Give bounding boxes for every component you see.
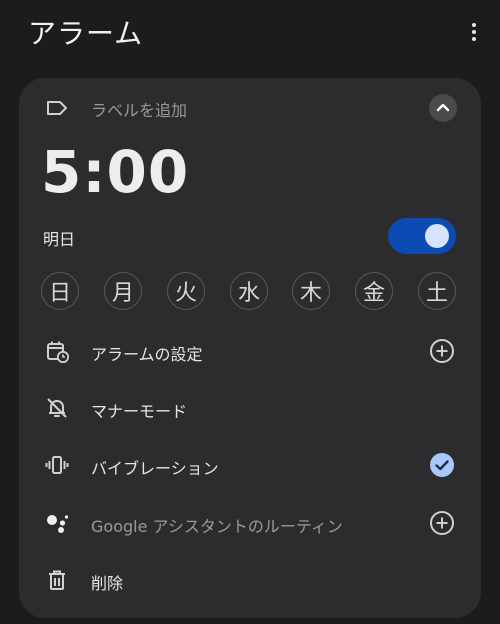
- day-friday[interactable]: 金: [355, 272, 393, 310]
- add-circle-icon[interactable]: [429, 338, 455, 364]
- toggle-knob: [425, 224, 449, 248]
- alarm-settings-row[interactable]: アラームの設定: [19, 331, 481, 371]
- more-vert-icon: [472, 23, 476, 27]
- weekday-selector: 日 月 火 水 木 金 土: [41, 272, 461, 312]
- alarm-settings-label: アラームの設定: [91, 345, 203, 364]
- page-title: アラーム: [28, 17, 144, 50]
- check-circle-icon[interactable]: [429, 452, 455, 478]
- more-options-button[interactable]: [462, 20, 486, 44]
- alarm-toggle[interactable]: [388, 218, 456, 254]
- add-circle-icon[interactable]: [429, 510, 455, 536]
- assistant-routine-label: Google アシスタントのルーティン: [91, 517, 343, 536]
- day-tuesday[interactable]: 火: [167, 272, 205, 310]
- alarm-card: ラベルを追加 5:00 明日 日 月 火 水 木 金 土 アラームの設定 マナー…: [19, 78, 481, 618]
- add-label-button[interactable]: ラベルを追加: [45, 94, 465, 122]
- day-saturday[interactable]: 土: [418, 272, 456, 310]
- alarm-time[interactable]: 5:00: [41, 138, 189, 206]
- trash-icon: [49, 570, 65, 590]
- collapse-button[interactable]: [429, 94, 457, 122]
- delete-row[interactable]: 削除: [19, 560, 481, 600]
- vibration-label: バイブレーション: [91, 459, 219, 478]
- silent-mode-label: マナーモード: [91, 402, 188, 421]
- calendar-clock-icon: [47, 341, 69, 363]
- bell-off-icon: [47, 398, 67, 418]
- delete-label: 削除: [91, 574, 124, 593]
- day-sunday[interactable]: 日: [41, 272, 79, 310]
- google-assistant-icon: [47, 515, 69, 533]
- silent-mode-row[interactable]: マナーモード: [19, 388, 481, 428]
- chevron-up-icon: [436, 103, 450, 112]
- day-monday[interactable]: 月: [104, 272, 142, 310]
- top-app-bar: アラーム: [0, 0, 500, 70]
- label-icon: [47, 101, 67, 115]
- label-placeholder: ラベルを追加: [91, 101, 188, 120]
- vibration-row[interactable]: バイブレーション: [19, 445, 481, 485]
- vibration-icon: [45, 456, 69, 474]
- day-thursday[interactable]: 木: [292, 272, 330, 310]
- assistant-routine-row[interactable]: Google アシスタントのルーティン: [19, 503, 481, 543]
- alarm-schedule: 明日: [43, 230, 76, 249]
- day-wednesday[interactable]: 水: [230, 272, 268, 310]
